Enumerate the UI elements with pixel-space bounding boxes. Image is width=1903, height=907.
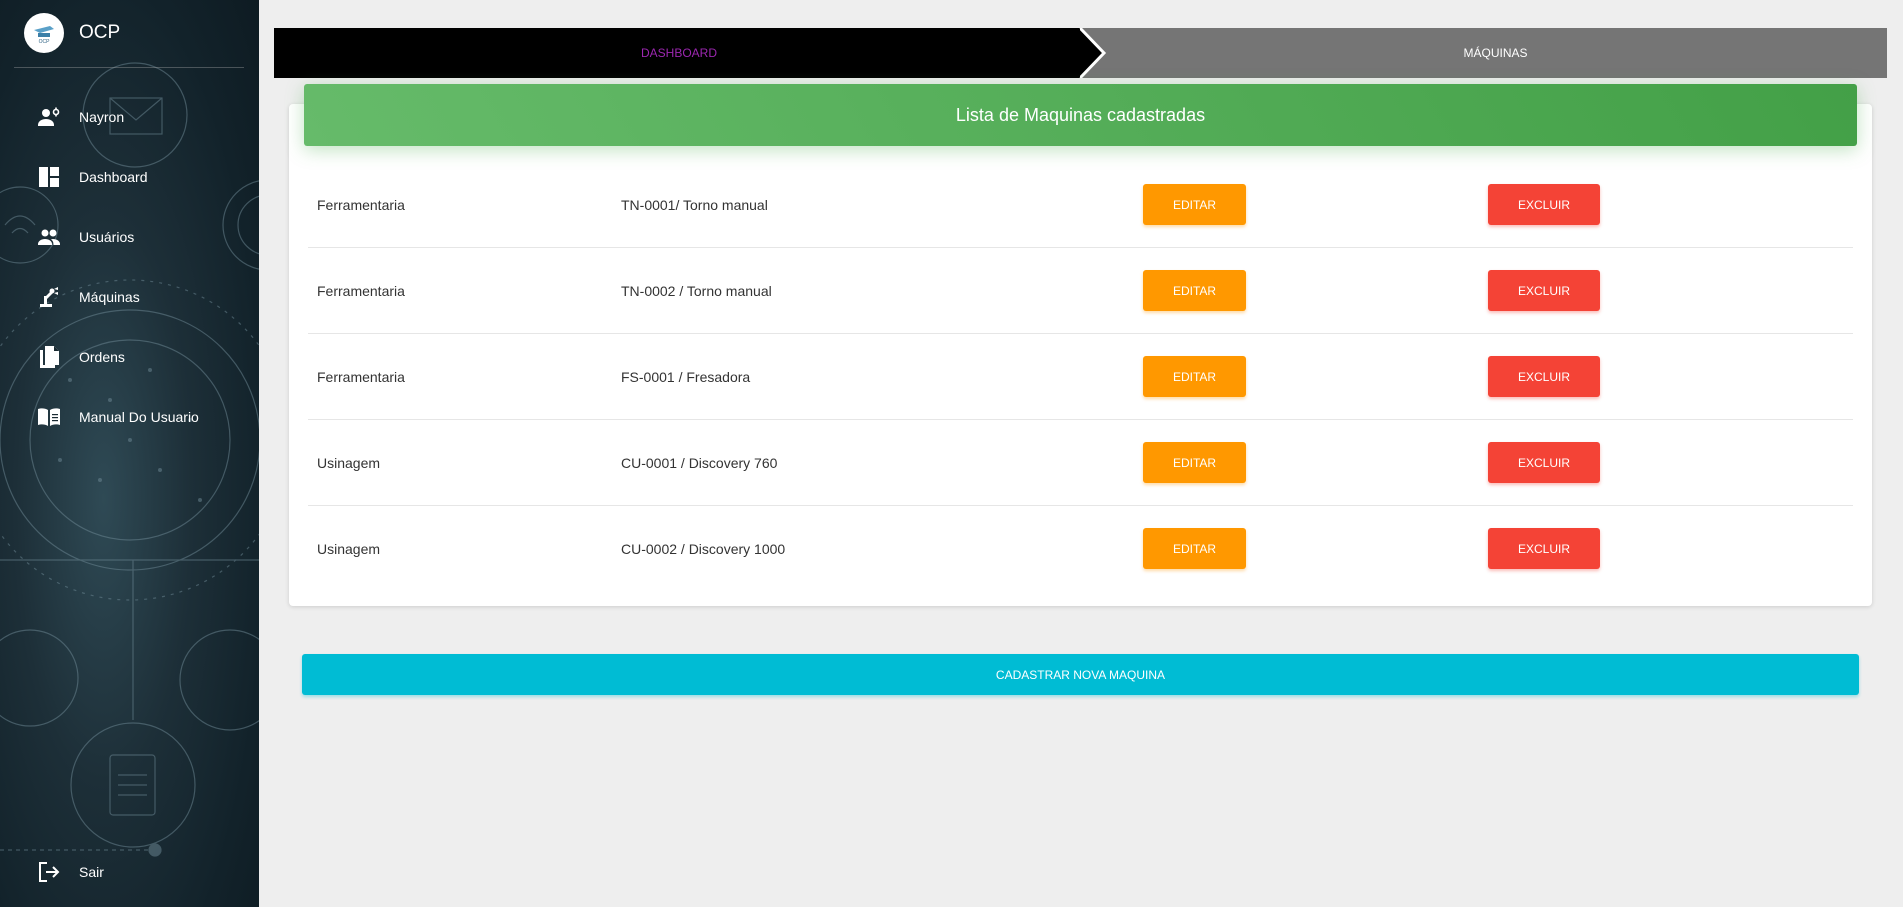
list-item: Ferramentaria TN-0002 / Torno manual EDI…: [308, 248, 1853, 334]
user-gear-icon: [37, 105, 61, 129]
breadcrumb-label: MÁQUINAS: [1463, 46, 1528, 60]
sidebar-item-label: Nayron: [79, 109, 125, 125]
documents-icon: [37, 345, 61, 369]
app-name: OCP: [79, 22, 121, 43]
sidebar-item-machines[interactable]: Máquinas: [0, 267, 259, 327]
machine-sector: Usinagem: [317, 541, 381, 557]
logout-label: Sair: [79, 864, 104, 880]
machine-sector: Usinagem: [317, 455, 381, 471]
machine-sector: Ferramentaria: [317, 369, 405, 385]
machine-sector: Ferramentaria: [317, 283, 405, 299]
logout-button[interactable]: Sair: [37, 861, 104, 883]
sidebar-divider: [14, 67, 244, 68]
sidebar-header: OCP OCP: [24, 13, 120, 53]
sidebar-item-label: Máquinas: [79, 289, 140, 305]
card-header: Lista de Maquinas cadastradas: [304, 84, 1857, 146]
delete-button[interactable]: EXCLUIR: [1488, 528, 1600, 569]
machine-name: TN-0001/ Torno manual: [621, 197, 768, 213]
machine-name: TN-0002 / Torno manual: [621, 283, 772, 299]
list-item: Ferramentaria TN-0001/ Torno manual EDIT…: [308, 162, 1853, 248]
edit-button[interactable]: EDITAR: [1143, 270, 1246, 311]
machine-name: CU-0002 / Discovery 1000: [621, 541, 786, 557]
delete-button[interactable]: EXCLUIR: [1488, 270, 1600, 311]
breadcrumb-item-machines[interactable]: MÁQUINAS: [1104, 28, 1887, 78]
card-title: Lista de Maquinas cadastradas: [955, 104, 1206, 125]
edit-button[interactable]: EDITAR: [1143, 528, 1246, 569]
delete-button[interactable]: EXCLUIR: [1488, 356, 1600, 397]
robot-arm-icon: [37, 285, 61, 309]
sidebar-item-label: Ordens: [79, 349, 125, 365]
breadcrumb-item-dashboard[interactable]: DASHBOARD: [274, 28, 1104, 78]
delete-button[interactable]: EXCLUIR: [1488, 184, 1600, 225]
add-machine-button[interactable]: CADASTRAR NOVA MAQUINA: [302, 654, 1859, 695]
sidebar-item-label: Usuários: [79, 229, 135, 245]
sidebar-nav: Nayron Dashboard Usuários Máquinas Orden…: [0, 87, 259, 447]
ocp-logo-icon[interactable]: OCP: [24, 13, 64, 53]
sidebar-item-label: Manual Do Usuario: [79, 409, 199, 425]
dashboard-icon: [37, 165, 61, 189]
edit-button[interactable]: EDITAR: [1143, 356, 1246, 397]
edit-button[interactable]: EDITAR: [1143, 442, 1246, 483]
list-item: Ferramentaria FS-0001 / Fresadora EDITAR…: [308, 334, 1853, 420]
list-item: Usinagem CU-0002 / Discovery 1000 EDITAR…: [308, 506, 1853, 592]
logout-icon: [37, 860, 61, 884]
machines-list: Ferramentaria TN-0001/ Torno manual EDIT…: [308, 162, 1853, 592]
sidebar-item-dashboard[interactable]: Dashboard: [0, 147, 259, 207]
book-icon: [37, 405, 61, 429]
svg-text:OCP: OCP: [39, 39, 51, 44]
sidebar-item-profile[interactable]: Nayron: [0, 87, 259, 147]
machine-sector: Ferramentaria: [317, 197, 405, 213]
sidebar-item-orders[interactable]: Ordens: [0, 327, 259, 387]
sidebar-item-manual[interactable]: Manual Do Usuario: [0, 387, 259, 447]
breadcrumb: DASHBOARD MÁQUINAS: [274, 28, 1887, 78]
sidebar-item-users[interactable]: Usuários: [0, 207, 259, 267]
sidebar-item-label: Dashboard: [79, 169, 148, 185]
delete-button[interactable]: EXCLUIR: [1488, 442, 1600, 483]
machine-name: FS-0001 / Fresadora: [621, 369, 751, 385]
breadcrumb-label: DASHBOARD: [640, 46, 717, 60]
machine-name: CU-0001 / Discovery 760: [621, 455, 778, 471]
edit-button[interactable]: EDITAR: [1143, 184, 1246, 225]
list-item: Usinagem CU-0001 / Discovery 760 EDITAR …: [308, 420, 1853, 506]
sidebar: OCP OCP Nayron Dashboard Usuários Máquin…: [0, 0, 259, 907]
people-icon: [37, 225, 61, 249]
